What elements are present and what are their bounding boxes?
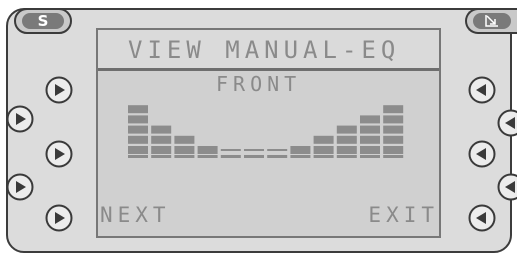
play-left-icon xyxy=(497,109,517,137)
play-left-icon xyxy=(468,76,496,104)
eq-bar xyxy=(151,125,172,158)
play-left-icon xyxy=(468,204,496,232)
right-softkey-2[interactable] xyxy=(496,108,517,138)
eq-bar-chart xyxy=(128,105,404,158)
eq-bar xyxy=(174,135,195,158)
play-right-icon xyxy=(45,140,73,168)
play-left-icon xyxy=(468,140,496,168)
s-button-label: S xyxy=(37,12,49,30)
right-softkey-3[interactable] xyxy=(467,139,497,169)
lcd-screen: VIEW MANUAL-EQ FRONT NEXT EXIT xyxy=(96,28,441,238)
eq-bar xyxy=(220,149,241,158)
eq-bar xyxy=(197,146,218,158)
right-softkey-5[interactable] xyxy=(467,203,497,233)
play-right-icon xyxy=(45,204,73,232)
eq-bar xyxy=(336,125,357,158)
eq-bar xyxy=(244,149,264,158)
play-right-icon xyxy=(45,76,73,104)
next-softkey-label[interactable]: NEXT xyxy=(100,203,171,227)
play-left-icon xyxy=(497,173,517,201)
eq-bar xyxy=(267,149,288,158)
screen-title: VIEW MANUAL-EQ xyxy=(128,36,401,64)
eq-bar xyxy=(290,146,311,158)
left-softkey-1[interactable] xyxy=(44,75,74,105)
right-softkey-1[interactable] xyxy=(467,75,497,105)
play-right-icon xyxy=(6,173,34,201)
eq-bar xyxy=(128,105,148,158)
corner-button[interactable] xyxy=(465,8,517,34)
exit-softkey-label[interactable]: EXIT xyxy=(368,203,439,227)
corner-arrow-icon xyxy=(485,15,498,27)
eq-bar xyxy=(383,105,404,158)
eq-bar xyxy=(360,115,380,158)
play-right-icon xyxy=(6,105,34,133)
left-softkey-4[interactable] xyxy=(5,172,35,202)
left-softkey-2[interactable] xyxy=(5,104,35,134)
s-button[interactable]: S xyxy=(14,8,72,34)
left-softkey-3[interactable] xyxy=(44,139,74,169)
eq-bar xyxy=(313,135,334,158)
left-softkey-5[interactable] xyxy=(44,203,74,233)
right-softkey-4[interactable] xyxy=(496,172,517,202)
